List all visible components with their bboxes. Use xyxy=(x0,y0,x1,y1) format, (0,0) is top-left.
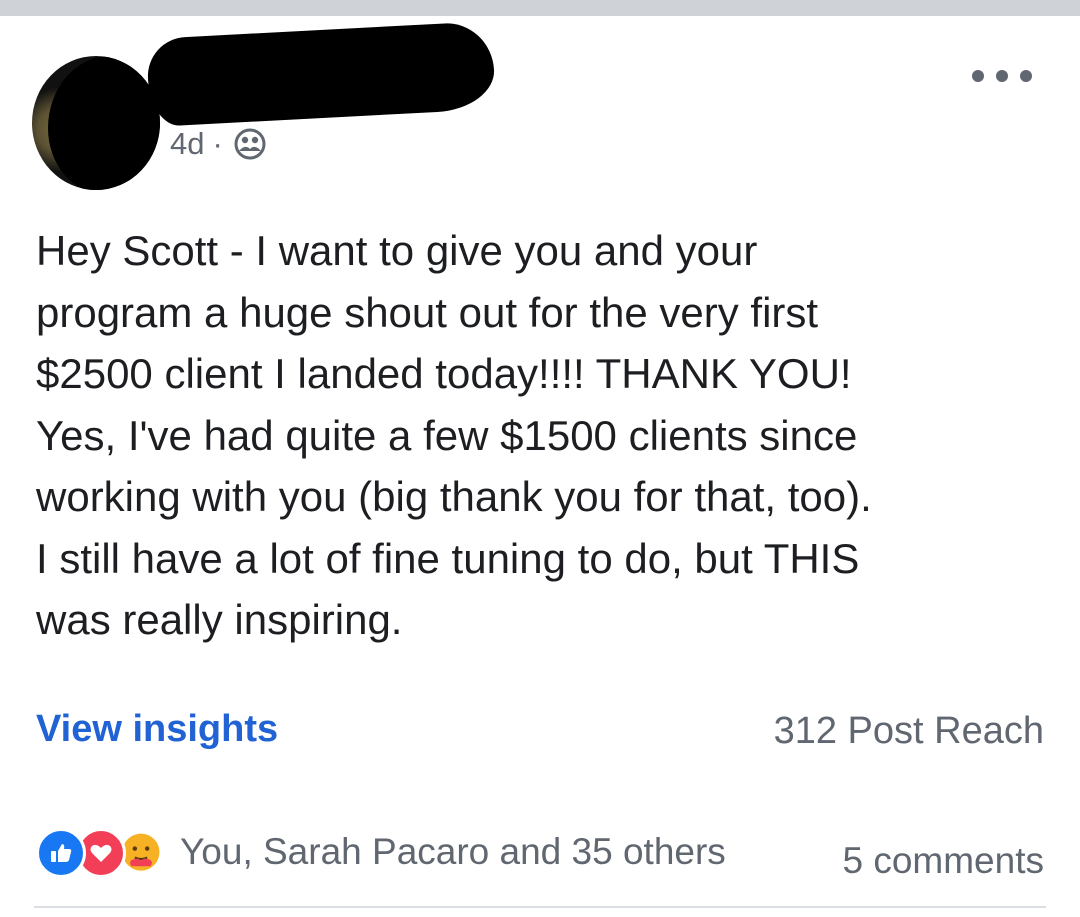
reactions-summary[interactable]: You, Sarah Pacaro and 35 others xyxy=(36,828,726,878)
reactions-text: You, Sarah Pacaro and 35 others xyxy=(180,831,726,872)
meta-separator: · xyxy=(212,126,223,161)
post-body-line: program a huge shout out for the very fi… xyxy=(36,288,819,336)
avatar[interactable] xyxy=(32,56,160,190)
post-body-line: Yes, I've had quite a few $1500 clients … xyxy=(36,411,858,459)
post-body-line: I still have a lot of fine tuning to do,… xyxy=(36,534,860,582)
comments-count-link[interactable]: 5 comments xyxy=(842,840,1044,882)
post-body: Hey Scott - I want to give you and your … xyxy=(36,220,1056,651)
author-name-redaction xyxy=(145,21,497,127)
friends-icon[interactable] xyxy=(233,127,267,161)
reaction-icons xyxy=(36,828,176,878)
post-body-line: was really inspiring. xyxy=(36,596,403,643)
avatar-redaction xyxy=(48,56,160,190)
post-card: 4d · Hey Scott - I want to give you and … xyxy=(0,16,1080,917)
more-dot xyxy=(996,70,1008,82)
more-dot xyxy=(1020,70,1032,82)
post-body-line: working with you (big thank you for that… xyxy=(36,473,872,520)
post-reach-count: 312 Post Reach xyxy=(773,710,1044,752)
more-horizontal-icon[interactable] xyxy=(972,64,1032,88)
like-icon xyxy=(36,828,86,878)
post-body-line: Hey Scott - I want to give you and your xyxy=(36,227,758,274)
more-dot xyxy=(972,70,984,82)
post-meta: 4d · xyxy=(170,124,267,164)
post-body-line: $2500 client I landed today!!!! THANK YO… xyxy=(36,350,852,397)
divider xyxy=(34,906,1046,908)
post-timestamp[interactable]: 4d xyxy=(170,126,204,162)
top-divider-strip xyxy=(0,0,1080,16)
view-insights-link[interactable]: View insights xyxy=(36,708,278,751)
